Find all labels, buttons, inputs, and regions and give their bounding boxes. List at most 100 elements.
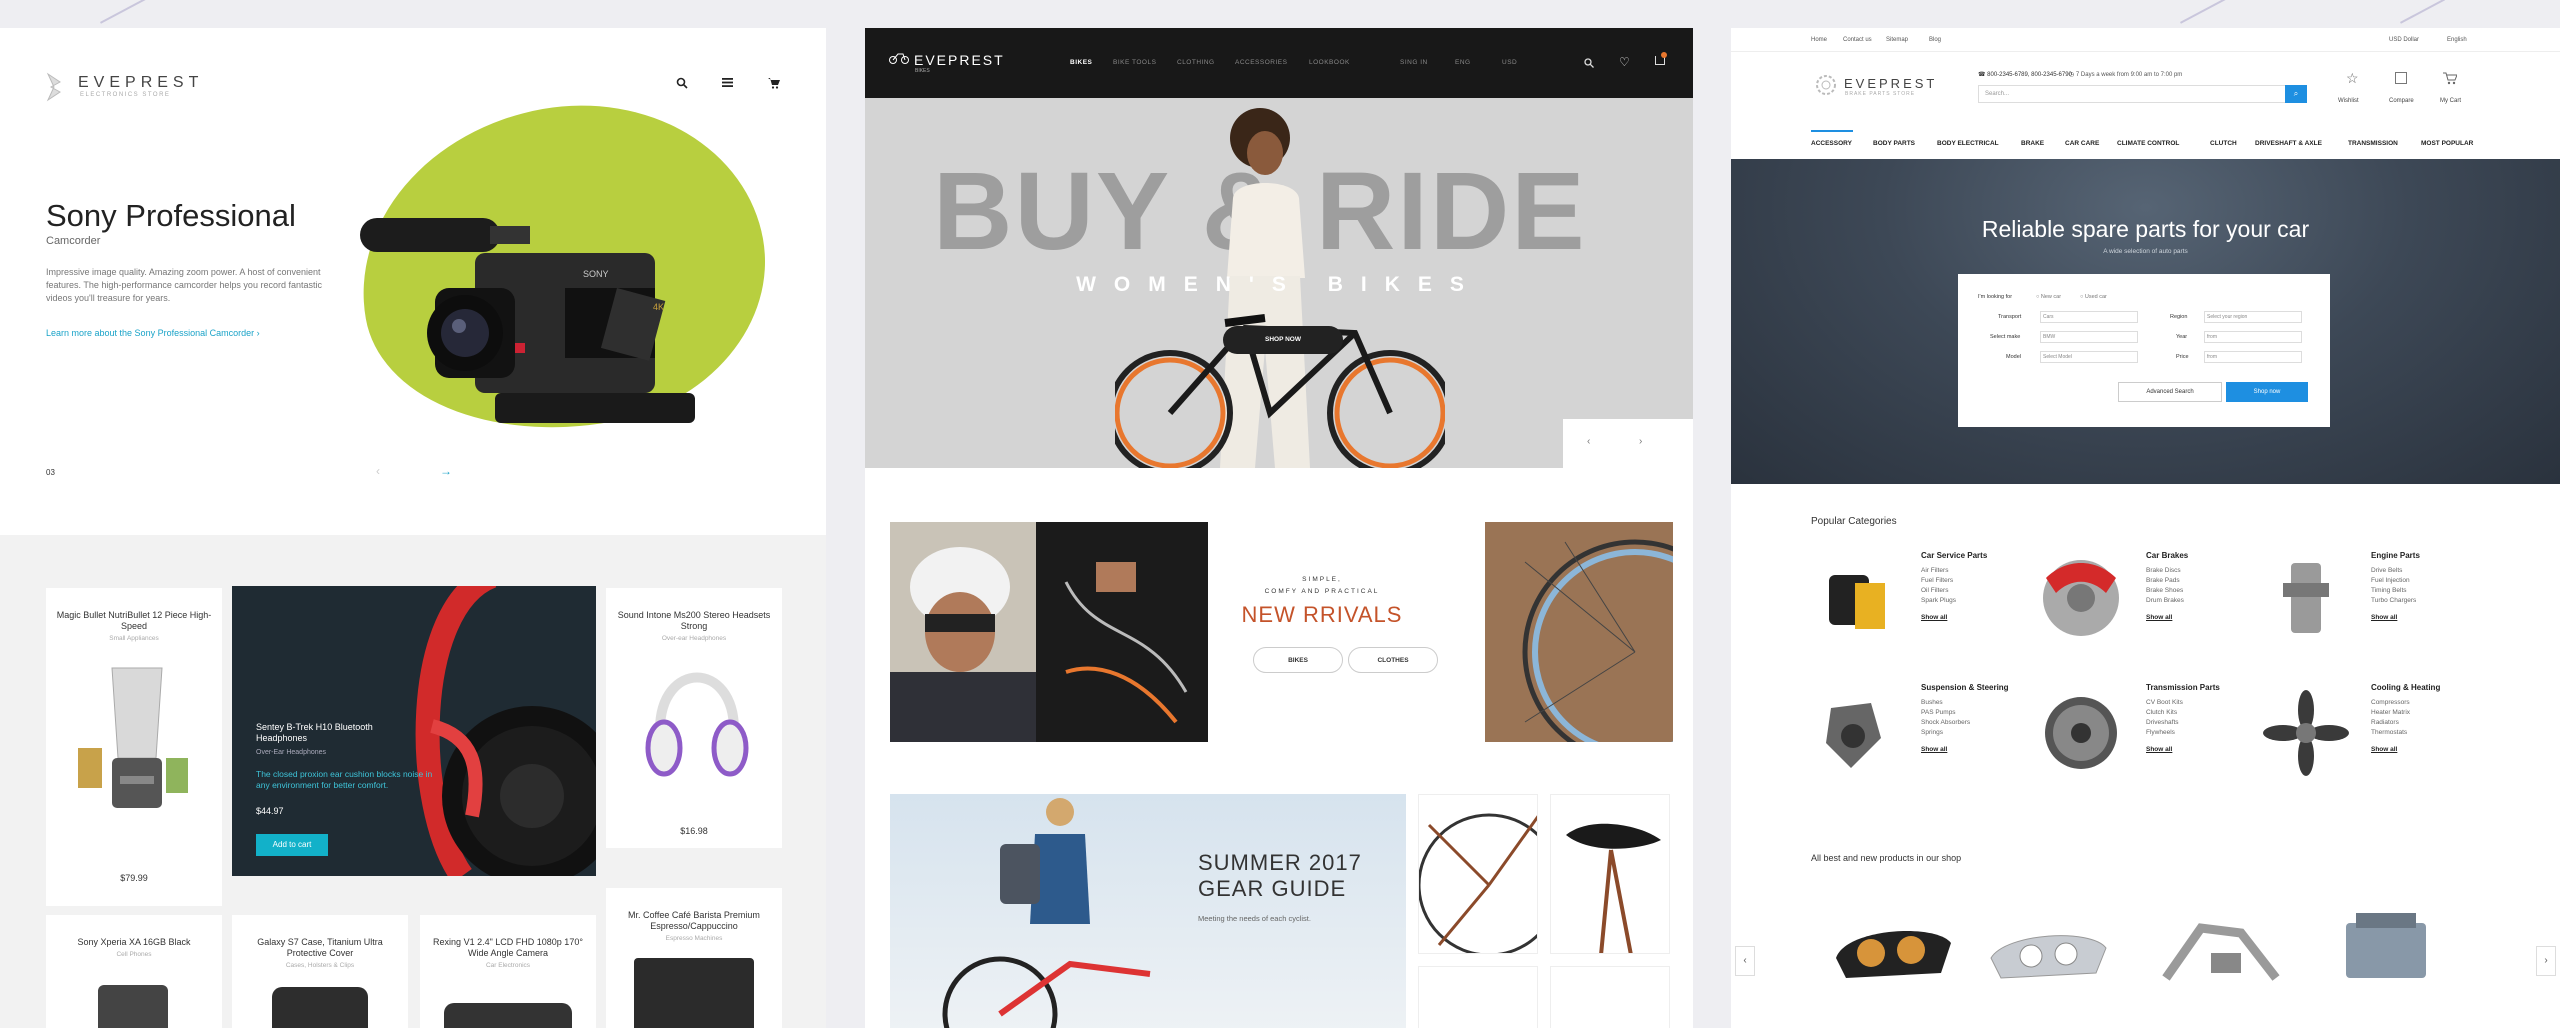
prev-arrow-icon[interactable]: ‹ bbox=[1587, 436, 1590, 447]
cat-clutch[interactable]: CLUTCH bbox=[2210, 140, 2237, 147]
next-arrow-icon[interactable]: › bbox=[1639, 436, 1642, 447]
model-select[interactable]: Select Model bbox=[2040, 351, 2138, 363]
product-card[interactable]: Magic Bullet NutriBullet 12 Piece High-S… bbox=[46, 588, 222, 906]
show-all-link[interactable]: Show all bbox=[2371, 614, 2420, 621]
logo-name[interactable]: EVEPREST bbox=[914, 52, 1005, 68]
search-icon[interactable] bbox=[1584, 58, 1594, 68]
search-button[interactable]: ⌕ bbox=[2285, 85, 2307, 103]
transport-select[interactable]: Cars bbox=[2040, 311, 2138, 323]
logo-name[interactable]: EVEPREST bbox=[1844, 76, 1937, 91]
category-item[interactable]: Driveshafts bbox=[2146, 719, 2179, 726]
cart-icon[interactable] bbox=[2443, 71, 2457, 85]
compare-label[interactable]: Compare bbox=[2389, 98, 2414, 104]
category-name[interactable]: Cooling & Heating bbox=[2371, 683, 2440, 692]
advanced-search-button[interactable]: Advanced Search bbox=[2118, 382, 2222, 402]
shop-now-button[interactable]: SHOP NOW bbox=[1223, 326, 1343, 354]
product-card[interactable]: Galaxy S7 Case, Titanium Ultra Protectiv… bbox=[232, 915, 408, 1028]
show-all-link[interactable]: Show all bbox=[2146, 746, 2220, 753]
heart-icon[interactable]: ♡ bbox=[1619, 55, 1630, 69]
headlight-image[interactable] bbox=[1826, 908, 1956, 988]
language-select[interactable]: ENG bbox=[1455, 59, 1471, 66]
show-all-link[interactable]: Show all bbox=[2371, 746, 2440, 753]
logo-name[interactable]: EVEPREST bbox=[78, 74, 203, 92]
prev-arrow-icon[interactable]: ‹ bbox=[1735, 946, 1755, 976]
region-select[interactable]: Select your region bbox=[2204, 311, 2302, 323]
category-item[interactable]: Radiators bbox=[2371, 719, 2399, 726]
product-card[interactable]: Rexing V1 2.4" LCD FHD 1080p 170° Wide A… bbox=[420, 915, 596, 1028]
gear-guide-banner[interactable]: SUMMER 2017 GEAR GUIDE Meeting the needs… bbox=[890, 794, 1406, 1028]
nav-accessories[interactable]: ACCESSORIES bbox=[1235, 59, 1287, 66]
clothes-button[interactable]: CLOTHES bbox=[1348, 647, 1438, 673]
nav-bikes[interactable]: BIKES bbox=[1070, 59, 1092, 66]
cat-climate-control[interactable]: CLIMATE CONTROL bbox=[2117, 140, 2179, 147]
category-item[interactable]: Drum Brakes bbox=[2146, 597, 2184, 604]
language-select[interactable]: English bbox=[2447, 37, 2467, 43]
category-item[interactable]: Bushes bbox=[1921, 699, 1943, 706]
product-card[interactable]: Sony Xperia XA 16GB Black Cell Phones bbox=[46, 915, 222, 1028]
category-item[interactable]: Oil Filters bbox=[1921, 587, 1948, 594]
category-name[interactable]: Car Service Parts bbox=[1921, 551, 1987, 560]
accessory-thumb[interactable] bbox=[1550, 966, 1670, 1028]
nav-clothing[interactable]: CLOTHING bbox=[1177, 59, 1215, 66]
top-link-sitemap[interactable]: Sitemap bbox=[1886, 37, 1908, 43]
search-input[interactable]: Search... bbox=[1978, 85, 2288, 103]
search-icon[interactable] bbox=[676, 77, 688, 89]
category-item[interactable]: Drive Belts bbox=[2371, 567, 2402, 574]
category-item[interactable]: Compressors bbox=[2371, 699, 2410, 706]
make-select[interactable]: BMW bbox=[2040, 331, 2138, 343]
nav-lookbook[interactable]: LOOKBOOK bbox=[1309, 59, 1350, 66]
new-car-radio[interactable]: ○ New car bbox=[2036, 294, 2061, 300]
currency-select[interactable]: USD Dollar bbox=[2389, 37, 2419, 43]
cat-body-parts[interactable]: BODY PARTS bbox=[1873, 140, 1915, 147]
category-name[interactable]: Suspension & Steering bbox=[1921, 683, 2009, 692]
wishlist-icon[interactable]: ☆ bbox=[2346, 70, 2359, 87]
exhaust-image[interactable] bbox=[2161, 908, 2281, 988]
menu-icon[interactable] bbox=[722, 77, 733, 88]
sign-in-link[interactable]: SING IN bbox=[1400, 59, 1428, 66]
product-card[interactable]: Mr. Coffee Café Barista Premium Espresso… bbox=[606, 888, 782, 1028]
engine-block-image[interactable] bbox=[2331, 908, 2441, 988]
cat-transmission[interactable]: TRANSMISSION bbox=[2348, 140, 2398, 147]
bike-wheel-thumb[interactable] bbox=[1418, 794, 1538, 954]
cat-accessory[interactable]: ACCESSORY bbox=[1811, 140, 1852, 147]
cart-label[interactable]: My Cart bbox=[2440, 98, 2461, 104]
category-item[interactable]: Fuel Filters bbox=[1921, 577, 1953, 584]
category-item[interactable]: Fuel Injection bbox=[2371, 577, 2410, 584]
category-item[interactable]: Brake Shoes bbox=[2146, 587, 2183, 594]
headlight-image[interactable] bbox=[1981, 918, 2111, 988]
bikes-button[interactable]: BIKES bbox=[1253, 647, 1343, 673]
cart-icon[interactable] bbox=[768, 77, 780, 89]
compare-icon[interactable] bbox=[2395, 72, 2407, 84]
show-all-link[interactable]: Show all bbox=[2146, 614, 2188, 621]
category-item[interactable]: Thermostats bbox=[2371, 729, 2407, 736]
prev-arrow-icon[interactable]: ‹ bbox=[376, 464, 380, 478]
currency-select[interactable]: USD bbox=[1502, 59, 1517, 66]
accessory-thumb[interactable] bbox=[1418, 966, 1538, 1028]
top-link-home[interactable]: Home bbox=[1811, 37, 1827, 43]
next-arrow-icon[interactable]: › bbox=[2536, 946, 2556, 976]
featured-product[interactable]: Sentey B-Trek H10 Bluetooth Headphones O… bbox=[232, 586, 596, 876]
year-select[interactable]: from bbox=[2204, 331, 2302, 343]
product-card[interactable]: Sound Intone Ms200 Stereo Headsets Stron… bbox=[606, 588, 782, 848]
category-item[interactable]: CV Boot Kits bbox=[2146, 699, 2183, 706]
nav-bike-tools[interactable]: BIKE TOOLS bbox=[1113, 59, 1156, 66]
category-item[interactable]: PAS Pumps bbox=[1921, 709, 1956, 716]
category-item[interactable]: Air Filters bbox=[1921, 567, 1948, 574]
cat-car-care[interactable]: CAR CARE bbox=[2065, 140, 2099, 147]
shop-now-button[interactable]: Shop now bbox=[2226, 382, 2308, 402]
category-item[interactable]: Spark Plugs bbox=[1921, 597, 1956, 604]
price-select[interactable]: from bbox=[2204, 351, 2302, 363]
cat-body-electrical[interactable]: BODY ELECTRICAL bbox=[1937, 140, 1999, 147]
category-item[interactable]: Brake Pads bbox=[2146, 577, 2180, 584]
category-name[interactable]: Engine Parts bbox=[2371, 551, 2420, 560]
category-item[interactable]: Flywheels bbox=[2146, 729, 2175, 736]
category-item[interactable]: Shock Absorbers bbox=[1921, 719, 1970, 726]
top-link-contact[interactable]: Contact us bbox=[1843, 37, 1872, 43]
category-name[interactable]: Car Brakes bbox=[2146, 551, 2188, 560]
show-all-link[interactable]: Show all bbox=[1921, 746, 2009, 753]
category-item[interactable]: Springs bbox=[1921, 729, 1943, 736]
next-arrow-icon[interactable]: → bbox=[440, 464, 452, 478]
top-link-blog[interactable]: Blog bbox=[1929, 37, 1941, 43]
category-item[interactable]: Turbo Chargers bbox=[2371, 597, 2416, 604]
hero-learn-more-link[interactable]: Learn more about the Sony Professional C… bbox=[46, 328, 260, 338]
